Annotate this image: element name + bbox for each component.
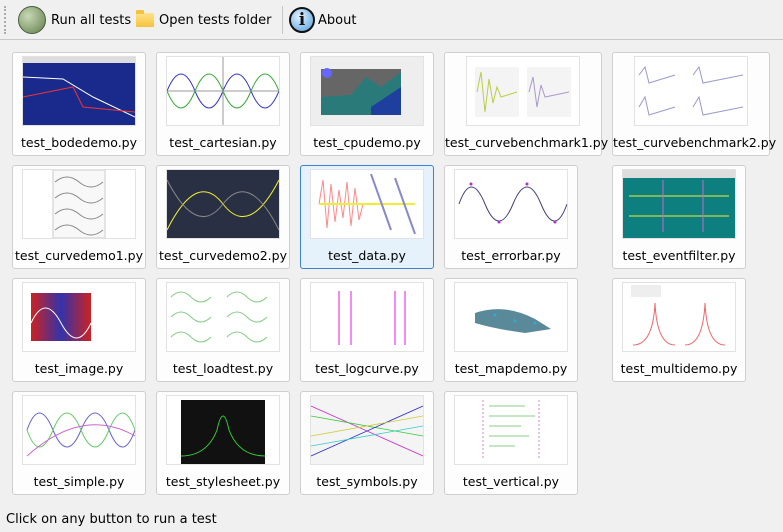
open-tests-folder-label: Open tests folder [159, 12, 272, 28]
test-button-test-loadtest[interactable]: test_loadtest.py [156, 278, 290, 382]
toolbar-separator [282, 6, 283, 34]
test-label: test_curvebenchmark1.py [445, 135, 609, 150]
test-button-test-image[interactable]: test_image.py [12, 278, 146, 382]
test-label: test_cartesian.py [169, 135, 277, 150]
test-label: test_eventfilter.py [622, 248, 736, 263]
test-thumbnail [454, 395, 568, 465]
test-button-test-curvedemo2[interactable]: test_curvedemo2.py [156, 165, 290, 269]
test-button-test-mapdemo[interactable]: test_mapdemo.py [444, 278, 578, 382]
test-button-test-curvebenchmark2[interactable]: test_curvebenchmark2.py [612, 52, 777, 156]
test-button-test-vertical[interactable]: test_vertical.py [444, 391, 578, 495]
test-label: test_logcurve.py [315, 361, 419, 376]
test-button-test-curvedemo1[interactable]: test_curvedemo1.py [12, 165, 146, 269]
test-label: test_cpudemo.py [313, 135, 421, 150]
test-thumbnail [22, 56, 136, 126]
test-label: test_vertical.py [462, 474, 560, 489]
test-thumbnail [634, 56, 748, 126]
test-button-test-simple[interactable]: test_simple.py [12, 391, 146, 495]
run-icon [18, 6, 46, 34]
test-thumbnail [310, 282, 424, 352]
test-thumbnail [622, 282, 736, 352]
test-button-test-errorbar[interactable]: test_errorbar.py [444, 165, 578, 269]
run-all-tests-button[interactable]: Run all tests [18, 4, 131, 36]
test-button-test-logcurve[interactable]: test_logcurve.py [300, 278, 434, 382]
folder-icon [136, 10, 154, 27]
test-label: test_mapdemo.py [454, 361, 568, 376]
test-button-test-symbols[interactable]: test_symbols.py [300, 391, 434, 495]
test-label: test_simple.py [33, 474, 125, 489]
test-thumbnail [166, 56, 280, 126]
test-thumbnail [310, 395, 424, 465]
about-label: About [318, 12, 357, 28]
test-label: test_curvebenchmark2.py [613, 135, 777, 150]
test-label: test_bodedemo.py [21, 135, 137, 150]
test-button-test-cartesian[interactable]: test_cartesian.py [156, 52, 290, 156]
test-label: test_data.py [328, 248, 406, 263]
test-label: test_curvedemo2.py [159, 248, 287, 263]
test-button-test-bodedemo[interactable]: test_bodedemo.py [12, 52, 146, 156]
test-label: test_curvedemo1.py [15, 248, 143, 263]
test-thumbnail [22, 169, 136, 239]
test-thumbnail [466, 56, 580, 126]
test-label: test_image.py [34, 361, 124, 376]
test-label: test_symbols.py [316, 474, 418, 489]
test-label: test_multidemo.py [620, 361, 738, 376]
info-icon: i [289, 7, 315, 33]
toolbar: Run all tests Open tests folder i About [0, 0, 783, 40]
test-thumbnail [166, 169, 280, 239]
open-tests-folder-button[interactable]: Open tests folder [136, 4, 271, 36]
test-thumbnail [454, 282, 568, 352]
test-thumbnail [166, 395, 280, 465]
test-thumbnail [22, 395, 136, 465]
run-all-tests-label: Run all tests [51, 12, 132, 28]
test-label: test_errorbar.py [461, 248, 561, 263]
test-thumbnail [622, 169, 736, 239]
test-thumbnail [310, 169, 424, 239]
test-thumbnail [166, 282, 280, 352]
about-button[interactable]: i About [289, 4, 356, 36]
test-thumbnail [310, 56, 424, 126]
test-button-test-data[interactable]: test_data.py [300, 165, 434, 269]
test-thumbnail [454, 169, 568, 239]
status-bar: Click on any button to run a test [6, 512, 217, 527]
test-button-test-cpudemo[interactable]: test_cpudemo.py [300, 52, 434, 156]
test-button-test-stylesheet[interactable]: test_stylesheet.py [156, 391, 290, 495]
test-button-test-curvebenchmark1[interactable]: test_curvebenchmark1.py [444, 52, 609, 156]
test-label: test_stylesheet.py [165, 474, 281, 489]
test-button-test-eventfilter[interactable]: test_eventfilter.py [612, 165, 746, 269]
test-thumbnail [22, 282, 136, 352]
tests-panel: test_bodedemo.py test_cartesian.py test_cp… [0, 40, 783, 506]
toolbar-grip[interactable] [4, 6, 8, 34]
test-button-test-multidemo[interactable]: test_multidemo.py [612, 278, 746, 382]
test-label: test_loadtest.py [172, 361, 274, 376]
